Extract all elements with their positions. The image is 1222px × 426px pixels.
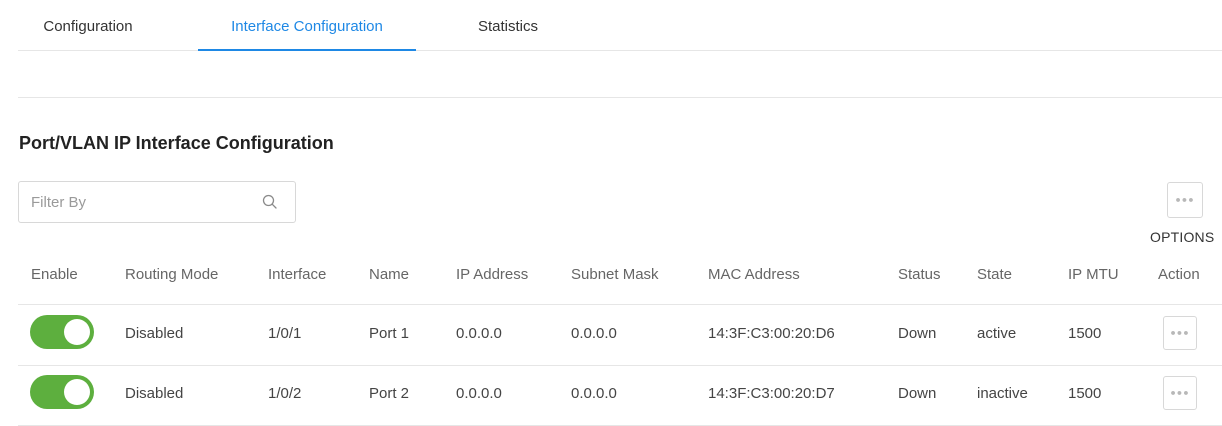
- column-header-subnet-mask[interactable]: Subnet Mask: [571, 266, 659, 283]
- ip-mtu-cell: 1500: [1068, 385, 1102, 402]
- filter-input[interactable]: [19, 182, 261, 222]
- ip-mtu-cell: 1500: [1068, 325, 1102, 342]
- name-cell: Port 2: [369, 385, 410, 402]
- tab-interface-configuration[interactable]: Interface Configuration: [198, 0, 416, 51]
- interface-cell: 1/0/2: [268, 385, 302, 402]
- divider: [18, 97, 1222, 98]
- more-icon: ●●●: [1170, 387, 1190, 398]
- status-cell: Down: [898, 385, 937, 402]
- ip-address-cell: 0.0.0.0: [456, 325, 502, 342]
- tab-configuration[interactable]: Configuration: [18, 0, 158, 50]
- column-header-mac-address[interactable]: MAC Address: [708, 266, 800, 283]
- mac-address-cell: 14:3F:C3:00:20:D6: [708, 325, 835, 342]
- mac-address-cell: 14:3F:C3:00:20:D7: [708, 385, 835, 402]
- toggle-knob: [64, 319, 90, 345]
- options-label: OPTIONS: [1150, 229, 1215, 245]
- state-cell: inactive: [977, 385, 1028, 402]
- filter-box: [18, 181, 296, 223]
- name-cell: Port 1: [369, 325, 410, 342]
- tab-statistics[interactable]: Statistics: [448, 0, 568, 50]
- column-header-action: Action: [1158, 266, 1200, 283]
- interface-cell: 1/0/1: [268, 325, 302, 342]
- more-icon: ●●●: [1170, 327, 1190, 338]
- column-header-ip-address[interactable]: IP Address: [456, 266, 528, 283]
- row-action-button[interactable]: ●●●: [1163, 316, 1197, 350]
- column-header-name[interactable]: Name: [369, 266, 409, 283]
- ip-address-cell: 0.0.0.0: [456, 385, 502, 402]
- options-button[interactable]: ●●●: [1167, 182, 1203, 218]
- column-header-state[interactable]: State: [977, 266, 1012, 283]
- subnet-mask-cell: 0.0.0.0: [571, 385, 617, 402]
- status-cell: Down: [898, 325, 937, 342]
- search-icon[interactable]: [261, 193, 279, 211]
- subnet-mask-cell: 0.0.0.0: [571, 325, 617, 342]
- table-row: Disabled 1/0/2 Port 2 0.0.0.0 0.0.0.0 14…: [18, 365, 1222, 426]
- table-row: Disabled 1/0/1 Port 1 0.0.0.0 0.0.0.0 14…: [18, 305, 1222, 366]
- column-header-routing-mode[interactable]: Routing Mode: [125, 266, 218, 283]
- enable-toggle[interactable]: [30, 375, 94, 409]
- column-header-status[interactable]: Status: [898, 266, 941, 283]
- column-header-ip-mtu[interactable]: IP MTU: [1068, 266, 1119, 283]
- tab-bar: Configuration Interface Configuration St…: [18, 0, 1222, 51]
- enable-toggle[interactable]: [30, 315, 94, 349]
- section-title: Port/VLAN IP Interface Configuration: [19, 133, 334, 153]
- more-icon: ●●●: [1175, 194, 1195, 205]
- routing-mode-cell: Disabled: [125, 325, 184, 342]
- routing-mode-cell: Disabled: [125, 385, 184, 402]
- column-header-interface[interactable]: Interface: [268, 266, 326, 283]
- row-action-button[interactable]: ●●●: [1163, 376, 1197, 410]
- toggle-knob: [64, 379, 90, 405]
- column-header-enable[interactable]: Enable: [31, 266, 78, 283]
- state-cell: active: [977, 325, 1017, 342]
